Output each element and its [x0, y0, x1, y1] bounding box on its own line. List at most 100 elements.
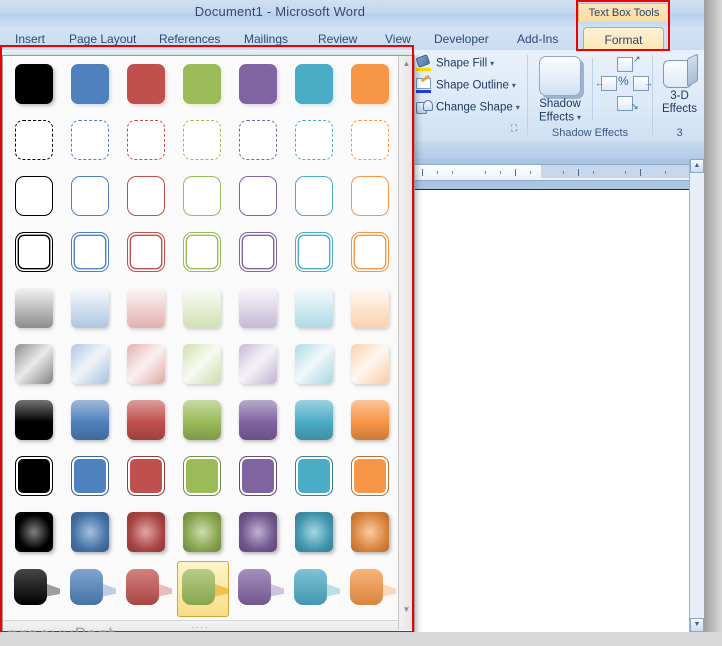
gallery-item-r10-c2[interactable]: [67, 565, 116, 611]
gallery-item-r10-c3[interactable]: [123, 565, 172, 611]
gallery-item-r7-c5[interactable]: [235, 397, 281, 443]
gallery-item-r7-c6[interactable]: [291, 397, 337, 443]
gallery-item-r4-c4[interactable]: [179, 229, 225, 275]
gallery-item-r6-c4[interactable]: [179, 341, 225, 387]
text-box-styles-gallery[interactable]: ▲ ▼ ....: [2, 55, 415, 632]
gallery-item-r8-c3[interactable]: [123, 453, 169, 499]
gallery-item-r7-c4[interactable]: [179, 397, 225, 443]
gallery-item-r7-c7[interactable]: [347, 397, 393, 443]
gallery-item-r4-c5[interactable]: [235, 229, 281, 275]
shadow-effects-button[interactable]: Shadow Effects ▾: [532, 56, 588, 125]
gallery-scroll-up-icon[interactable]: ▲: [399, 56, 414, 72]
shape-fill-button[interactable]: Shape Fill ▾: [415, 54, 494, 71]
gallery-item-r1-c2[interactable]: [67, 61, 113, 107]
gallery-item-r9-c3[interactable]: [123, 509, 169, 555]
tab-view[interactable]: View: [378, 30, 418, 48]
gallery-item-r3-c2[interactable]: [67, 173, 113, 219]
gallery-item-r5-c2[interactable]: [67, 285, 113, 331]
shadow-on-off-toggle[interactable]: %: [618, 74, 629, 88]
gallery-item-r10-c5[interactable]: [235, 565, 284, 611]
gallery-item-r7-c2[interactable]: [67, 397, 113, 443]
gallery-item-r1-c4[interactable]: [179, 61, 225, 107]
gallery-item-r8-c7[interactable]: [347, 453, 393, 499]
gallery-item-r4-c6[interactable]: [291, 229, 337, 275]
gallery-item-r8-c6[interactable]: [291, 453, 337, 499]
gallery-item-r4-c7[interactable]: [347, 229, 393, 275]
gallery-item-r2-c2[interactable]: [67, 117, 113, 163]
gallery-item-r6-c5[interactable]: [235, 341, 281, 387]
nudge-shadow-up-button[interactable]: [617, 57, 633, 72]
chevron-down-icon[interactable]: ▾: [490, 59, 494, 68]
gallery-item-r5-c3[interactable]: [123, 285, 169, 331]
gallery-item-r6-c7[interactable]: [347, 341, 393, 387]
gallery-item-r5-c6[interactable]: [291, 285, 337, 331]
gallery-item-r1-c7[interactable]: [347, 61, 393, 107]
gallery-item-r9-c7[interactable]: [347, 509, 393, 555]
tab-references[interactable]: References: [152, 30, 227, 48]
chevron-down-icon[interactable]: ▾: [577, 113, 581, 122]
gallery-item-r2-c4[interactable]: [179, 117, 225, 163]
tab-developer[interactable]: Developer: [427, 30, 496, 48]
gallery-vertical-scrollbar[interactable]: ▲ ▼: [398, 56, 414, 630]
tab-page-layout[interactable]: Page Layout: [62, 30, 143, 48]
tab-format[interactable]: Format: [583, 27, 664, 52]
shape-outline-button[interactable]: Shape Outline ▾: [416, 74, 516, 93]
gallery-item-r4-c3[interactable]: [123, 229, 169, 275]
gallery-item-r6-c2[interactable]: [67, 341, 113, 387]
tab-mailings[interactable]: Mailings: [237, 30, 295, 48]
gallery-item-r3-c4[interactable]: [179, 173, 225, 219]
gallery-item-r3-c3[interactable]: [123, 173, 169, 219]
gallery-item-r5-c7[interactable]: [347, 285, 393, 331]
gallery-item-r10-c1[interactable]: [11, 565, 60, 611]
gallery-item-r3-c6[interactable]: [291, 173, 337, 219]
gallery-item-r6-c6[interactable]: [291, 341, 337, 387]
gallery-item-r2-c5[interactable]: [235, 117, 281, 163]
gallery-item-r8-c2[interactable]: [67, 453, 113, 499]
tab-add-ins[interactable]: Add-Ins: [510, 30, 565, 48]
gallery-item-r7-c1[interactable]: [11, 397, 57, 443]
gallery-item-r6-c1[interactable]: [11, 341, 57, 387]
gallery-item-r5-c5[interactable]: [235, 285, 281, 331]
scroll-up-icon[interactable]: ▲: [690, 159, 704, 173]
gallery-item-r9-c1[interactable]: [11, 509, 57, 555]
gallery-item-r1-c3[interactable]: [123, 61, 169, 107]
gallery-item-r2-c3[interactable]: [123, 117, 169, 163]
chevron-down-icon[interactable]: ▾: [512, 81, 516, 90]
gallery-item-r10-c6[interactable]: [291, 565, 340, 611]
style-swatch-solid: [295, 64, 333, 104]
gallery-item-r1-c6[interactable]: [291, 61, 337, 107]
gallery-item-r8-c5[interactable]: [235, 453, 281, 499]
gallery-item-r1-c5[interactable]: [235, 61, 281, 107]
document-vertical-scrollbar[interactable]: ▲ ▼: [689, 159, 704, 632]
gallery-item-r4-c1[interactable]: [11, 229, 57, 275]
gallery-item-r9-c6[interactable]: [291, 509, 337, 555]
gallery-scroll-down-icon[interactable]: ▼: [399, 602, 414, 618]
gallery-item-r10-c7[interactable]: [347, 565, 396, 611]
gallery-item-r9-c4[interactable]: [179, 509, 225, 555]
gallery-item-r3-c5[interactable]: [235, 173, 281, 219]
gallery-item-r2-c7[interactable]: [347, 117, 393, 163]
gallery-item-r7-c3[interactable]: [123, 397, 169, 443]
scroll-down-icon[interactable]: ▼: [690, 618, 704, 632]
gallery-item-r4-c2[interactable]: [67, 229, 113, 275]
change-shape-button[interactable]: Change Shape ▾: [416, 100, 520, 115]
three-d-effects-button[interactable]: 3-D Effects: [655, 53, 704, 116]
tab-insert[interactable]: Insert: [8, 30, 52, 48]
gallery-item-r3-c7[interactable]: [347, 173, 393, 219]
gallery-item-r8-c4[interactable]: [179, 453, 225, 499]
gallery-item-r2-c1[interactable]: [11, 117, 57, 163]
gallery-item-r9-c5[interactable]: [235, 509, 281, 555]
gallery-item-r10-c4[interactable]: [177, 561, 229, 617]
dialog-launcher-icon[interactable]: ⛶: [511, 123, 521, 133]
gallery-item-r5-c4[interactable]: [179, 285, 225, 331]
style-swatch-double: [295, 232, 333, 272]
gallery-item-r2-c6[interactable]: [291, 117, 337, 163]
gallery-item-r5-c1[interactable]: [11, 285, 57, 331]
gallery-item-r6-c3[interactable]: [123, 341, 169, 387]
gallery-item-r8-c1[interactable]: [11, 453, 57, 499]
gallery-item-r9-c2[interactable]: [67, 509, 113, 555]
gallery-item-r1-c1[interactable]: [11, 61, 57, 107]
tab-review[interactable]: Review: [311, 30, 364, 48]
gallery-item-r3-c1[interactable]: [11, 173, 57, 219]
chevron-down-icon[interactable]: ▾: [516, 103, 520, 112]
